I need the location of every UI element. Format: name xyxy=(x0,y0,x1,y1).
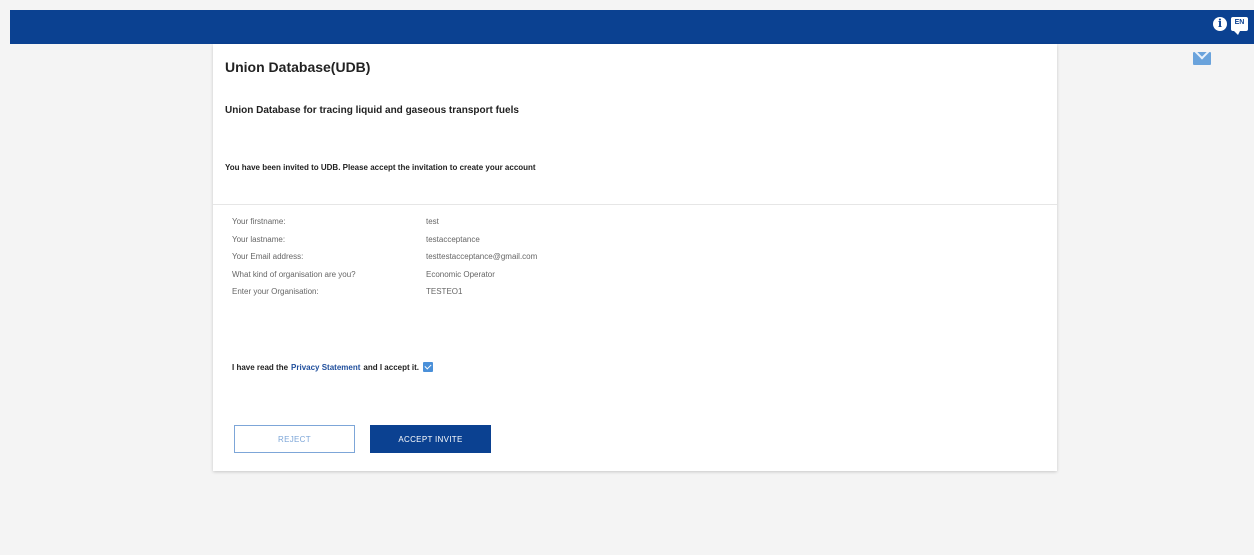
privacy-checkbox[interactable] xyxy=(422,362,433,372)
detail-value: testtestacceptance@gmail.com xyxy=(426,252,538,262)
top-bar-icons: i EN xyxy=(1213,17,1248,35)
invitation-card: Union Database(UDB) Union Database for t… xyxy=(213,44,1057,471)
detail-value: Economic Operator xyxy=(426,269,495,279)
privacy-consent: I have read the Privacy Statement and I … xyxy=(232,362,433,372)
card-header: Union Database(UDB) Union Database for t… xyxy=(213,44,1057,205)
consent-suffix: and I accept it. xyxy=(363,362,419,372)
detail-row-lastname: Your lastname: testacceptance xyxy=(232,231,537,249)
mail-icon[interactable] xyxy=(1193,52,1211,65)
detail-label: What kind of organisation are you? xyxy=(232,269,356,279)
detail-label: Enter your Organisation: xyxy=(232,287,319,297)
privacy-statement-link[interactable]: Privacy Statement xyxy=(291,363,360,372)
invite-message: You have been invited to UDB. Please acc… xyxy=(225,163,536,172)
detail-label: Your Email address: xyxy=(232,252,304,262)
page-subtitle: Union Database for tracing liquid and ga… xyxy=(225,105,519,116)
detail-row-organisation-type: What kind of organisation are you? Econo… xyxy=(232,266,537,284)
detail-row-organisation: Enter your Organisation: TESTEO1 xyxy=(232,283,537,301)
detail-label: Your lastname: xyxy=(232,234,286,244)
accept-invite-button[interactable]: ACCEPT INVITE xyxy=(370,425,491,453)
reject-button[interactable]: REJECT xyxy=(234,425,355,453)
detail-label: Your firstname: xyxy=(232,217,286,227)
detail-row-email: Your Email address: testtestacceptance@g… xyxy=(232,248,537,266)
detail-value: test xyxy=(426,217,439,227)
top-bar: i EN xyxy=(10,10,1254,44)
page-title: Union Database(UDB) xyxy=(225,59,371,75)
user-details: Your firstname: test Your lastname: test… xyxy=(232,213,537,301)
detail-row-firstname: Your firstname: test xyxy=(232,213,537,231)
language-icon[interactable]: EN xyxy=(1231,17,1248,35)
info-icon[interactable]: i xyxy=(1213,17,1227,31)
detail-value: testacceptance xyxy=(426,234,480,244)
consent-prefix: I have read the xyxy=(232,362,289,372)
detail-value: TESTEO1 xyxy=(426,287,463,297)
